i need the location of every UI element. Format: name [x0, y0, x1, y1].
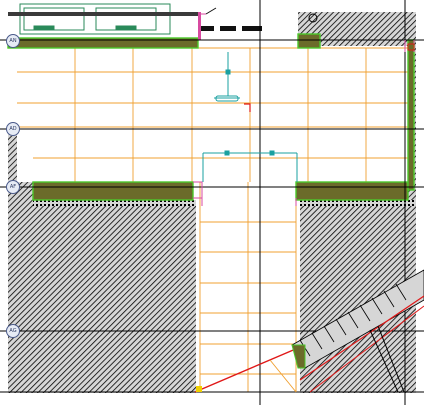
marker-bottom-left — [196, 386, 202, 392]
wall-right — [407, 39, 415, 191]
grid-bubble-icon[interactable]: AD — [6, 122, 20, 136]
grid-label-an: AN — [9, 38, 17, 44]
floor-plan — [0, 0, 424, 405]
grid-label-af: AF — [9, 184, 17, 190]
cad-drawing-canvas[interactable]: AN AD AF AG — [0, 0, 424, 405]
dotted-band-right — [300, 200, 416, 206]
dotted-band-left — [33, 200, 196, 206]
grid-bubble-icon[interactable]: AN — [6, 34, 20, 48]
dark-strip-top — [8, 12, 198, 16]
grid-bubble-icon[interactable]: AG — [6, 324, 20, 338]
top-center-detail — [198, 7, 262, 40]
grid-label-ad: AD — [9, 126, 17, 132]
wall-right-lower — [295, 181, 409, 201]
hatch-left-lower — [8, 205, 196, 393]
room-floor — [17, 48, 408, 182]
grid-bubble-icon[interactable]: AF — [6, 180, 20, 194]
wall-left-lower — [32, 181, 194, 201]
wall-top-right — [297, 33, 321, 49]
fixture-top-left — [19, 3, 171, 35]
grid-label-ag: AG — [9, 328, 17, 334]
